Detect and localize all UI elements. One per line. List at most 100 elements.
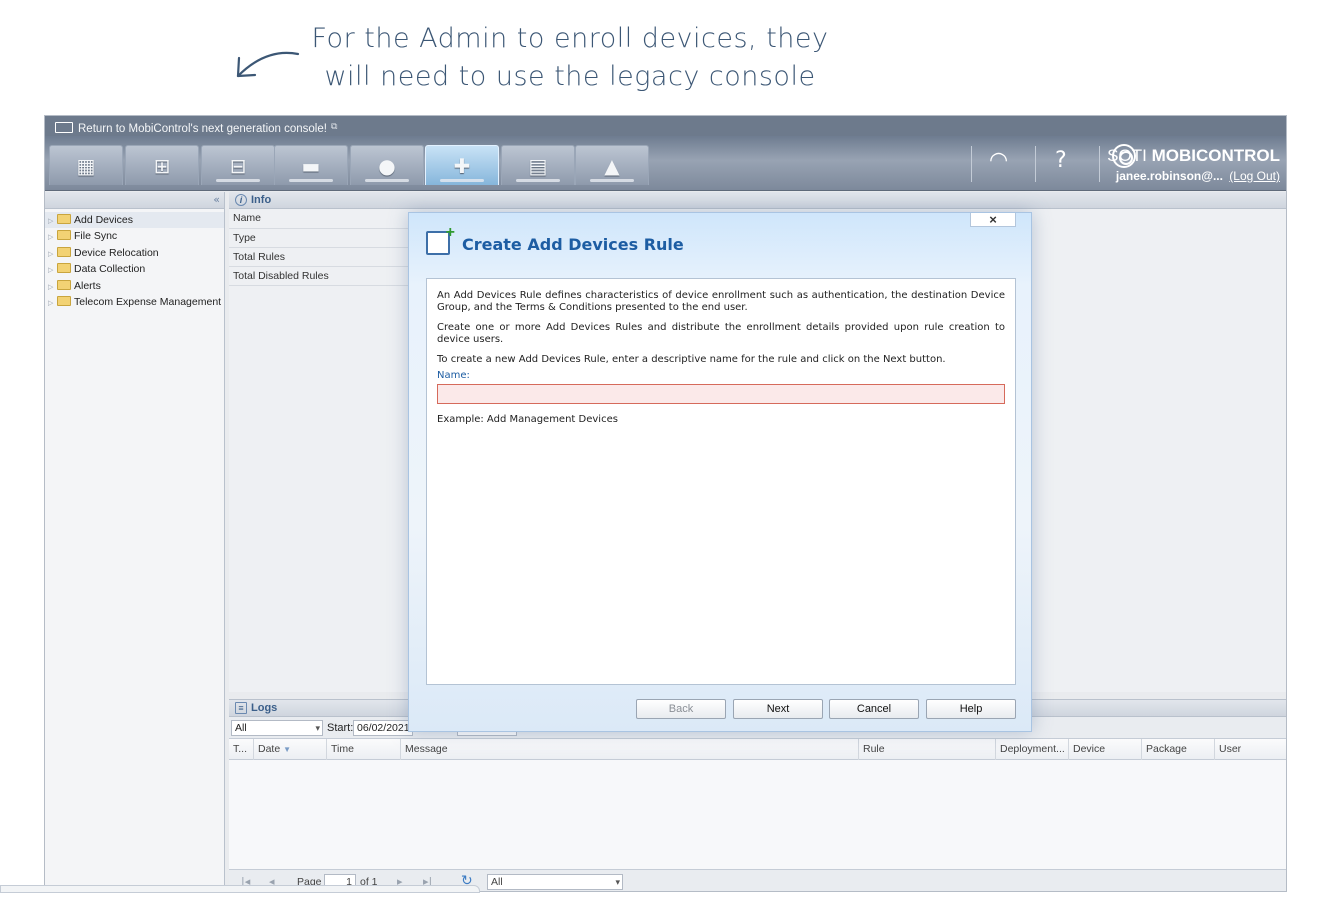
windows-desktop-icon: ▬ [301, 153, 321, 178]
pager-filter-value: All [491, 876, 503, 888]
col-date-label: Date [258, 743, 281, 755]
tab-apple[interactable]: ● [350, 145, 424, 185]
tree-item-device-relocation[interactable]: ▷ Device Relocation [45, 245, 224, 261]
description-paragraph-3: To create a new Add Devices Rule, enter … [437, 354, 946, 365]
close-button[interactable]: × [970, 213, 1016, 227]
tree-item-add-devices[interactable]: ▷ Add Devices [45, 212, 224, 229]
description-paragraph-1: An Add Devices Rule defines characterist… [437, 290, 1005, 313]
android-icon: ✚ [453, 153, 471, 178]
col-user[interactable]: User [1215, 739, 1286, 760]
tab-linux[interactable]: ▲ [575, 145, 649, 185]
tree-item-label: File Sync [74, 230, 118, 243]
tree-item-telecom-expense-management[interactable]: ▷ Telecom Expense Management [45, 294, 224, 310]
col-package[interactable]: Package [1142, 739, 1215, 760]
external-link-icon: ⧉ [330, 121, 338, 131]
apple-icon: ● [378, 153, 396, 178]
tab-all-devices[interactable]: ▦ [49, 145, 123, 185]
collapse-panel-icon[interactable]: « [213, 193, 220, 206]
help-button[interactable]: Help [926, 699, 1016, 719]
status-url-bar [0, 885, 480, 893]
start-date-input[interactable]: 06/02/2021 [353, 720, 413, 736]
add-rule-icon [426, 224, 455, 255]
rules-tree-panel: « ▷ Add Devices ▷ File Sync ▷ Device Reloca… [45, 192, 225, 891]
folder-icon [57, 263, 71, 274]
tree-item-label: Telecom Expense Management [74, 295, 222, 308]
platform-toolbar: ▦ ⊞ ⊟ ▬ ⊞ ● ✚ ▤ ▲ ◠ ? SOTI MOBICONTROL j… [45, 136, 1286, 191]
sort-desc-icon: ▼ [283, 745, 292, 754]
printer-icon: ▤ [528, 153, 548, 178]
log-type-select[interactable]: All ▾ [231, 720, 323, 736]
tree-item-label: Add Devices [74, 214, 133, 226]
pager-filter-select[interactable]: All ▾ [487, 874, 623, 890]
rule-name-input[interactable] [437, 384, 1005, 404]
annotation-line-1: For the Admin to enroll devices, they [311, 23, 829, 54]
col-type[interactable]: T... [229, 739, 254, 760]
expand-icon[interactable]: ▷ [48, 296, 57, 312]
tab-windows-ce[interactable]: ⊟ [201, 145, 275, 185]
col-time[interactable]: Time [327, 739, 401, 760]
col-rule[interactable]: Rule [859, 739, 996, 760]
next-button[interactable]: Next [733, 699, 823, 719]
toolbar-divider [1099, 146, 1100, 182]
return-to-new-console-bar[interactable]: Return to MobiControl's next generation … [45, 116, 1286, 136]
tree-header: « [45, 192, 224, 209]
folder-icon [57, 214, 71, 224]
tree-item-alerts[interactable]: ▷ Alerts [45, 278, 224, 294]
info-header: i Info [229, 192, 1286, 209]
back-button[interactable]: Back [636, 699, 726, 719]
support-icon[interactable]: ◠ [989, 148, 1008, 173]
tree-item-label: Device Relocation [74, 246, 159, 259]
tree-item-data-collection[interactable]: ▷ Data Collection [45, 261, 224, 277]
info-icon: i [235, 194, 247, 206]
annotation-line-2: will need to use the legacy console [324, 61, 816, 92]
tab-android[interactable]: ✚ [425, 145, 499, 185]
name-label: Name: [437, 369, 470, 381]
logout-link[interactable]: (Log Out) [1229, 169, 1280, 183]
logs-title: Logs [251, 702, 278, 714]
dialog-body: An Add Devices Rule defines characterist… [426, 278, 1016, 685]
help-menu-icon[interactable]: ? [1055, 148, 1067, 173]
monitor-icon [55, 122, 73, 133]
linux-icon: ▲ [604, 153, 620, 178]
col-date[interactable]: Date ▼ [254, 739, 327, 760]
tree-item-label: Alerts [74, 279, 101, 292]
logs-icon: ≡ [235, 702, 247, 714]
user-info: janee.robinson@... (Log Out) [1116, 169, 1280, 183]
rules-tree: ▷ Add Devices ▷ File Sync ▷ Device Relocati… [45, 209, 224, 310]
toolbar-divider [1035, 146, 1036, 182]
tab-printer[interactable]: ▤ [501, 145, 575, 185]
folder-icon [57, 295, 71, 306]
annotation-text: For the Admin to enroll devices, they wi… [290, 20, 850, 96]
folder-icon [57, 279, 71, 290]
tab-windows-desktop[interactable]: ▬ [274, 145, 348, 185]
folder-icon [57, 246, 71, 257]
create-add-devices-rule-dialog: × Create Add Devices Rule An Add Devices… [408, 212, 1032, 732]
windows-ce-icon: ⊟ [229, 153, 247, 178]
tree-item-file-sync[interactable]: ▷ File Sync [45, 228, 224, 244]
example-text: Example: Add Management Devices [437, 414, 618, 425]
username: janee.robinson@... [1115, 169, 1223, 183]
dialog-title: Create Add Devices Rule [462, 235, 684, 254]
col-message[interactable]: Message [401, 739, 859, 760]
brand-mobicontrol: MOBICONTROL [1151, 146, 1280, 165]
start-date-value: 06/02/2021 [357, 722, 410, 734]
return-link[interactable]: Return to MobiControl's next generation … [78, 123, 327, 135]
expand-icon[interactable]: ▷ [48, 230, 57, 246]
expand-icon[interactable]: ▷ [48, 263, 57, 279]
start-label: Start: [327, 722, 354, 734]
brand-soti: SOTI [1107, 146, 1152, 165]
folder-icon [57, 230, 71, 241]
brand-name: SOTI MOBICONTROL [1107, 146, 1280, 166]
tree-item-label: Data Collection [74, 263, 146, 276]
col-deployment[interactable]: Deployment... [996, 739, 1069, 760]
description-paragraph-2: Create one or more Add Devices Rules and… [437, 322, 1005, 345]
col-device[interactable]: Device [1069, 739, 1142, 760]
cancel-button[interactable]: Cancel [829, 699, 919, 719]
tab-windows-mobile[interactable]: ⊞ [125, 145, 199, 185]
toolbar-divider [971, 146, 972, 182]
chevron-down-icon: ▾ [615, 877, 620, 887]
log-type-value: All [235, 722, 247, 734]
chevron-down-icon: ▾ [315, 723, 320, 733]
logs-column-header: T... Date ▼ Time Message Rule Deployment… [229, 739, 1286, 760]
grid-icon: ▦ [76, 153, 96, 178]
